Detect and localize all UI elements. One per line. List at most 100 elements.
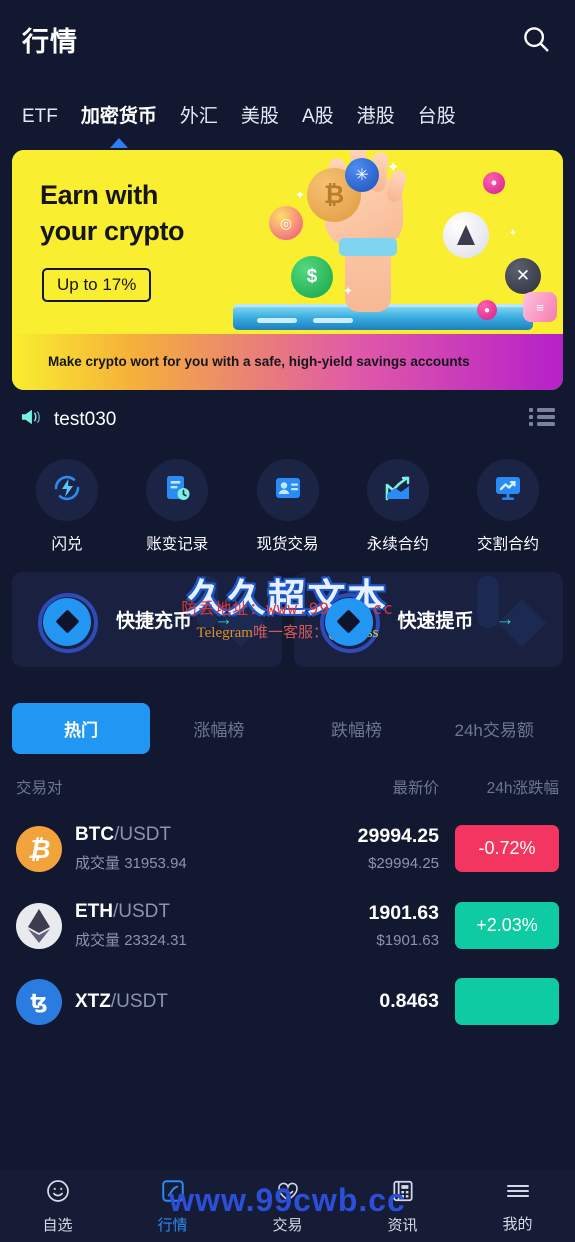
list-icon[interactable] xyxy=(529,406,555,433)
quick-withdraw-label: 快速提币 xyxy=(397,611,474,632)
column-header-change: 24h涨跌幅 xyxy=(486,780,559,797)
table-row[interactable]: ETH/USDT 成交量 23324.31 1901.63 $1901.63 +… xyxy=(0,887,575,964)
banner-illustration: ₿ ✳ ✕ ● ● $ ◎ ≡ ✦ ✦ ✦ ✦ xyxy=(233,150,563,334)
category-tab-label: ETF xyxy=(22,106,58,127)
quick-menu-item-delivery[interactable]: 交割合约 xyxy=(461,459,555,554)
withdraw-token-badge xyxy=(312,585,382,655)
status-badge: -0.72% xyxy=(455,825,559,872)
category-tabs: ETF 加密货币 外汇 美股 A股 港股 台股 xyxy=(0,78,575,148)
base-symbol: BTC xyxy=(75,824,115,845)
category-tab-us-stocks[interactable]: 美股 xyxy=(241,101,279,136)
category-tab-label: 美股 xyxy=(240,106,279,127)
nav-item-watchlist[interactable]: 自选 xyxy=(0,1178,115,1235)
table-row[interactable]: ₿ BTC/USDT 成交量 31953.94 29994.25 $29994.… xyxy=(0,810,575,887)
quick-menu-label: 交割合约 xyxy=(476,536,539,553)
price-usd-value: $29994.25 xyxy=(368,855,439,872)
nav-label: 资讯 xyxy=(387,1216,418,1234)
category-tab-a-shares[interactable]: A股 xyxy=(302,101,334,136)
price-value: 29994.25 xyxy=(357,825,439,847)
filter-tab-volume[interactable]: 24h交易额 xyxy=(425,703,563,754)
tezos-icon: ꜩ xyxy=(16,978,62,1025)
table-row[interactable]: ꜩ XTZ/USDT 0.8463 xyxy=(0,964,575,1025)
nav-item-trade[interactable]: 交易 xyxy=(230,1178,345,1235)
watch-band-icon xyxy=(339,238,397,256)
category-tab-hk-stocks[interactable]: 港股 xyxy=(357,101,395,136)
banner-top: Earn with your crypto Up to 17% ₿ ✳ ✕ ● … xyxy=(12,150,563,334)
megaphone-icon xyxy=(20,407,42,432)
quick-withdraw-card[interactable]: 快速提币 → xyxy=(293,572,563,667)
trade-heart-icon xyxy=(274,1178,302,1209)
page-header: 行情 xyxy=(0,0,575,78)
banner-rate-pill: Up to 17% xyxy=(42,268,152,302)
market-table-header: 交易对 最新价 24h涨跌幅 xyxy=(0,754,575,810)
quick-menu-item-account-history[interactable]: 账变记录 xyxy=(130,459,224,554)
base-symbol: XTZ xyxy=(75,990,111,1012)
quote-symbol: /USDT xyxy=(110,990,168,1012)
column-header-price: 最新价 xyxy=(392,780,439,797)
base-symbol: ETH xyxy=(75,901,113,922)
pair-cell: ETH/USDT 成交量 23324.31 xyxy=(75,901,309,950)
category-tab-label: 港股 xyxy=(356,106,395,127)
pair-symbol: BTC/USDT xyxy=(75,824,309,846)
quick-menu-label: 闪兑 xyxy=(51,536,83,553)
flash-swap-icon xyxy=(51,472,83,509)
nav-item-market[interactable]: 行情 xyxy=(115,1178,230,1235)
sparkle-icon: ✦ xyxy=(387,159,400,176)
search-icon[interactable] xyxy=(519,22,553,56)
quick-menu: 闪兑 账变记录 现货交易 永续合约 交割合约 xyxy=(0,441,575,554)
token-diamond-icon xyxy=(43,597,91,646)
price-cell: 1901.63 $1901.63 xyxy=(309,902,440,949)
quick-menu-item-perpetual[interactable]: 永续合约 xyxy=(351,459,445,554)
quick-deposit-card[interactable]: 快捷充币 → xyxy=(12,572,282,667)
category-tab-tw-stocks[interactable]: 台股 xyxy=(418,101,456,136)
contact-card-icon xyxy=(272,472,304,509)
quick-menu-item-flash-swap[interactable]: 闪兑 xyxy=(20,459,114,554)
market-chart-icon xyxy=(160,1178,186,1209)
polkadot-coin-icon: ● xyxy=(483,172,505,194)
solana-coin-icon: ≡ xyxy=(523,292,557,322)
monitor-chart-icon xyxy=(492,472,524,509)
category-tab-crypto[interactable]: 加密货币 xyxy=(80,101,157,148)
price-value: 0.8463 xyxy=(379,990,439,1012)
token-diamond-icon xyxy=(324,597,373,646)
filter-tab-hot[interactable]: 热门 xyxy=(12,703,150,754)
volume-label: 成交量 xyxy=(75,855,121,872)
volume-value: 31953.94 xyxy=(124,855,187,872)
ethereum-icon xyxy=(16,902,62,949)
quick-deposit-label: 快捷充币 xyxy=(116,611,193,632)
category-tab-label: A股 xyxy=(301,106,334,127)
status-badge: +2.03% xyxy=(455,902,559,949)
quote-symbol: /USDT xyxy=(114,824,172,845)
nav-label: 我的 xyxy=(502,1215,533,1233)
pair-cell: BTC/USDT 成交量 31953.94 xyxy=(75,824,309,873)
price-value: 1901.63 xyxy=(368,902,440,924)
announcement-text: test030 xyxy=(54,408,117,430)
filter-tab-gainers[interactable]: 涨幅榜 xyxy=(150,703,288,754)
promo-banner[interactable]: Earn with your crypto Up to 17% ₿ ✳ ✕ ● … xyxy=(12,150,563,390)
usdc-coin-icon: $ xyxy=(291,256,333,298)
nav-item-profile[interactable]: 我的 xyxy=(460,1179,575,1234)
filter-tab-losers[interactable]: 跌幅榜 xyxy=(288,703,426,754)
market-page: 行情 ETF 加密货币 外汇 美股 A股 港股 台股 Earn with you… xyxy=(0,0,575,1242)
bitcoin-icon: ₿ xyxy=(16,825,62,872)
announcement-bar[interactable]: test030 xyxy=(0,390,575,441)
menu-icon-circle xyxy=(477,459,539,521)
menu-icon-circle xyxy=(256,459,319,521)
category-tab-etf[interactable]: ETF xyxy=(22,106,58,136)
nav-item-news[interactable]: 资讯 xyxy=(345,1178,460,1235)
nav-label: 自选 xyxy=(42,1216,73,1234)
category-tab-forex[interactable]: 外汇 xyxy=(180,101,218,136)
sparkle-icon: ✦ xyxy=(508,228,517,239)
polkadot-coin-icon: ● xyxy=(477,300,497,320)
news-icon xyxy=(390,1178,416,1209)
bottom-navigation: 自选 行情 交易 资讯 我的 xyxy=(0,1170,575,1242)
status-badge xyxy=(455,978,559,1025)
quick-menu-label: 账变记录 xyxy=(146,536,209,553)
deposit-token-badge xyxy=(30,585,100,655)
sparkle-icon: ✦ xyxy=(343,284,354,298)
quick-menu-label: 永续合约 xyxy=(366,536,429,553)
category-tab-label: 加密货币 xyxy=(80,106,157,127)
quick-menu-item-spot-trade[interactable]: 现货交易 xyxy=(241,459,335,554)
column-header-pair: 交易对 xyxy=(16,780,63,797)
change-cell: +2.03% xyxy=(439,902,559,949)
